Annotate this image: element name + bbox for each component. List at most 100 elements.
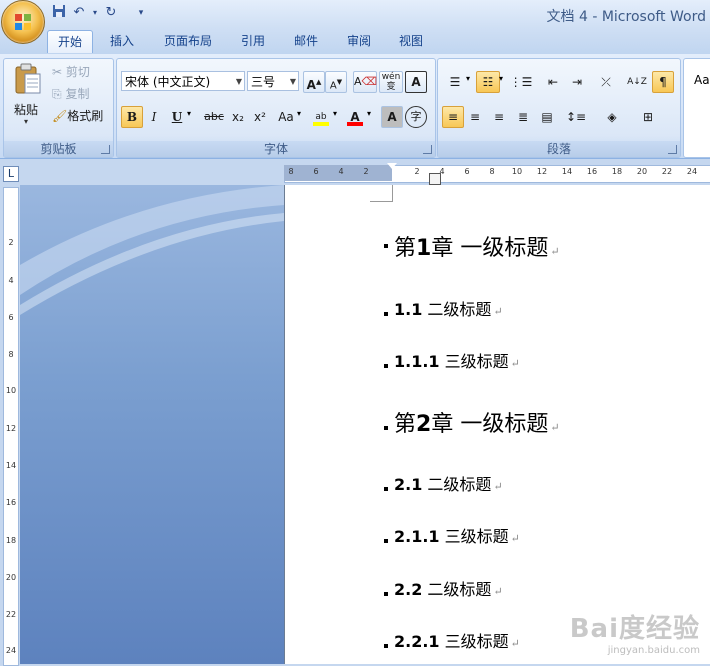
- scissors-icon: ✂: [52, 65, 63, 79]
- align-center-button[interactable]: ≡: [464, 106, 486, 128]
- ruler-number: 4: [8, 276, 14, 285]
- ruler-number: 6: [313, 167, 319, 176]
- watermark-url: jingyan.baidu.com: [607, 645, 700, 656]
- ruler-numbers: 8 6 4 2 2 4 6 8 10 12 14 16 18 20 22 24: [284, 167, 710, 179]
- chinese-layout-button[interactable]: ⤫: [592, 71, 620, 93]
- numbering-dropdown-icon[interactable]: ▾: [499, 74, 503, 83]
- office-button[interactable]: [1, 0, 45, 44]
- vertical-ruler[interactable]: 2 4 6 8 10 12 14 16 18 20 22 24: [3, 187, 19, 666]
- underline-button[interactable]: U: [167, 106, 187, 128]
- tab-view[interactable]: 视图: [389, 30, 433, 52]
- decrease-indent-button[interactable]: ⇤: [542, 71, 564, 93]
- underline-dropdown-icon[interactable]: ▾: [187, 109, 191, 118]
- baidu-jingyan-watermark: Bai度经验 jingyan.baidu.com: [570, 608, 700, 656]
- paragraph-mark-icon: ¶: [659, 75, 667, 89]
- ruler-number: 6: [464, 167, 470, 176]
- numbering-button[interactable]: ☷: [476, 71, 500, 93]
- bullets-dropdown-icon[interactable]: ▾: [466, 74, 470, 83]
- bullets-button[interactable]: ☰: [442, 71, 468, 93]
- format-painter-button[interactable]: 🖌格式刷: [52, 107, 103, 125]
- title-bar: ↶ ▾ ↻ ▾ 文档 4 - Microsoft Word: [0, 0, 710, 28]
- clipboard-group-label: 剪贴板: [4, 141, 113, 157]
- distributed-button[interactable]: ▤: [536, 106, 558, 128]
- character-border-button[interactable]: A: [405, 71, 427, 93]
- ruler-number: 16: [5, 498, 17, 507]
- paste-button[interactable]: 粘贴 ▾: [8, 61, 48, 127]
- paste-dropdown-icon[interactable]: ▾: [24, 117, 28, 126]
- list-bullet: [384, 592, 388, 596]
- highlight-dropdown-icon[interactable]: ▾: [333, 109, 337, 118]
- ruler-number: 6: [8, 313, 14, 322]
- tab-home[interactable]: 开始: [47, 30, 94, 53]
- show-marks-button[interactable]: ¶: [652, 71, 674, 93]
- sort-button[interactable]: A↓Z: [626, 71, 648, 93]
- font-group: 宋体 (中文正文) ▼ 三号 ▼ A▲ A▼ A⌫ wén 变 A B I U ▾ a…: [116, 58, 436, 158]
- ruler-number: 20: [5, 573, 17, 582]
- tab-insert[interactable]: 插入: [100, 30, 144, 52]
- list-bullet: [384, 312, 388, 316]
- borders-button[interactable]: ⊞: [632, 106, 664, 128]
- align-right-button[interactable]: ≡: [488, 106, 510, 128]
- font-color-swatch: [347, 122, 363, 126]
- character-shading-button[interactable]: A: [381, 106, 403, 128]
- heading-text: 第2章 一级标题 ↵: [394, 412, 560, 437]
- multilevel-list-button[interactable]: ⋮☰: [508, 71, 534, 93]
- copy-icon: ⎘: [52, 87, 62, 101]
- cut-button[interactable]: ✂ 剪切: [52, 63, 90, 81]
- line-spacing-button[interactable]: ↕≡: [560, 106, 592, 128]
- ruler-number: 16: [586, 167, 598, 176]
- tab-mailings[interactable]: 邮件: [284, 30, 328, 52]
- font-size-select[interactable]: 三号 ▼: [247, 71, 299, 91]
- shrink-font-button[interactable]: A▼: [325, 71, 347, 93]
- tab-selector-button[interactable]: L: [3, 166, 19, 182]
- watermark-logo: Bai度经验: [569, 614, 700, 644]
- change-case-button[interactable]: Aa: [273, 106, 299, 128]
- ruler-number: 8: [288, 167, 294, 176]
- tab-review[interactable]: 审阅: [337, 30, 381, 52]
- ruler-number: 24: [5, 646, 17, 655]
- font-name-select[interactable]: 宋体 (中文正文) ▼: [121, 71, 245, 91]
- strikethrough-button[interactable]: abc: [201, 106, 227, 128]
- clipboard-icon: [15, 63, 41, 94]
- style-preview[interactable]: Aa: [694, 73, 710, 87]
- justify-button[interactable]: ≣: [512, 106, 534, 128]
- clipboard-launcher-icon[interactable]: [101, 145, 110, 154]
- decrease-indent-icon: ⇤: [547, 75, 559, 89]
- increase-indent-button[interactable]: ⇥: [566, 71, 588, 93]
- paragraph-launcher-icon[interactable]: [668, 145, 677, 154]
- phonetic-guide-button[interactable]: wén 变: [379, 71, 403, 93]
- shading-button[interactable]: ◈: [596, 106, 628, 128]
- font-launcher-icon[interactable]: [423, 145, 432, 154]
- save-icon[interactable]: [50, 4, 68, 22]
- copy-button[interactable]: ⎘ 复制: [52, 85, 89, 103]
- line-spacing-icon: ↕≡: [565, 110, 587, 124]
- font-color-dropdown-icon[interactable]: ▾: [367, 109, 371, 118]
- enclose-characters-button[interactable]: 字: [405, 106, 427, 128]
- grow-font-button[interactable]: A▲: [303, 71, 325, 93]
- font-color-button[interactable]: A: [343, 106, 367, 128]
- redo-icon[interactable]: ↻: [102, 4, 120, 22]
- bullet-list-icon: ☰: [449, 75, 461, 89]
- heading-text: 1.1 二级标题 ↵: [394, 300, 503, 319]
- first-line-indent-marker[interactable]: [387, 163, 397, 169]
- ruler-number: 14: [561, 167, 573, 176]
- align-left-button[interactable]: ≡: [442, 106, 464, 128]
- heading-text: 1.1.1 三级标题 ↵: [394, 352, 520, 371]
- styles-group: Aa: [683, 58, 710, 158]
- justify-icon: ≣: [517, 110, 529, 124]
- bold-button[interactable]: B: [121, 106, 143, 128]
- list-bullet: [384, 539, 388, 543]
- subscript-button[interactable]: x₂: [227, 106, 249, 128]
- customize-qat-icon[interactable]: ▾: [132, 4, 150, 22]
- tab-references[interactable]: 引用: [231, 30, 275, 52]
- list-bullet: [384, 244, 388, 248]
- clipboard-group: 粘贴 ▾ ✂ 剪切 ⎘ 复制 🖌格式刷 剪贴板: [3, 58, 114, 158]
- highlight-button[interactable]: ab: [309, 106, 333, 128]
- italic-button[interactable]: I: [143, 106, 165, 128]
- clear-formatting-button[interactable]: A⌫: [353, 71, 377, 93]
- hanging-indent-marker[interactable]: [429, 173, 441, 185]
- superscript-button[interactable]: x²: [249, 106, 271, 128]
- format-painter-icon: 🖌: [52, 109, 68, 123]
- tab-page-layout[interactable]: 页面布局: [154, 30, 222, 52]
- change-case-dropdown-icon[interactable]: ▾: [297, 109, 301, 118]
